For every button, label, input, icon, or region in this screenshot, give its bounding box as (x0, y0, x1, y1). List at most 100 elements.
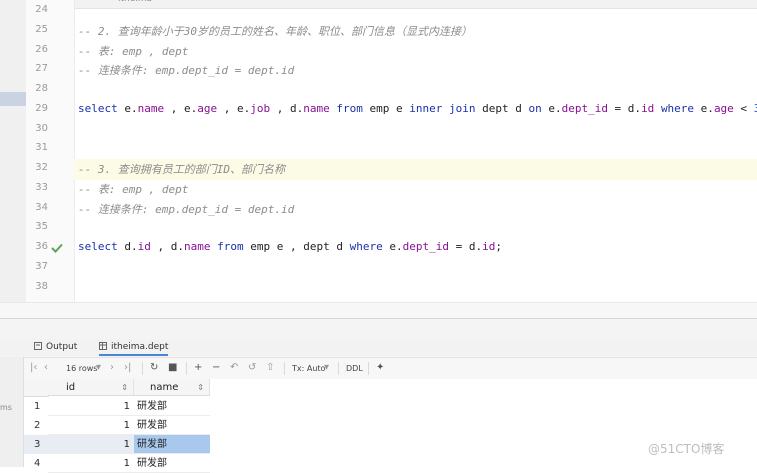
rows-dropdown-icon[interactable]: ▾ (96, 362, 101, 373)
code-token: id (137, 240, 151, 253)
rows-count[interactable]: 16 rows (66, 364, 97, 373)
cell-name[interactable]: 研发部 (134, 454, 210, 473)
code-line[interactable]: -- 连接条件: emp.dept_id = dept.id (78, 62, 294, 78)
code-token: on (528, 101, 542, 115)
ddl-button[interactable]: DDL (346, 364, 363, 373)
code-token: e. (541, 101, 562, 115)
results-toolbar: |‹ ‹ 16 rows ▾ › ›| ↻ ■ + − ↶ ↺ ⇧ Tx: Au… (24, 357, 757, 380)
code-line[interactable]: -- 3. 查询拥有员工的部门ID、部门名称 (78, 161, 285, 177)
code-line[interactable]: -- 表: emp , dept (78, 43, 188, 59)
cell-id[interactable]: 1 (48, 454, 134, 473)
column-name-label: name (150, 382, 179, 393)
code-line[interactable]: -- 2. 查询年龄小于30岁的员工的姓名、年龄、职位、部门信息（显式内连接） (78, 23, 472, 39)
revert-icon[interactable]: ↶ (230, 362, 238, 373)
line-number: 32 (35, 162, 48, 173)
cell-name[interactable]: 研发部 (134, 397, 210, 416)
cell-name[interactable]: 研发部 (134, 416, 210, 435)
code-line[interactable]: -- 表: emp , dept (78, 181, 188, 197)
code-token: , e. (217, 101, 251, 115)
cell-id[interactable]: 1 (48, 435, 134, 454)
output-icon (34, 342, 42, 350)
row-number-header (24, 379, 49, 397)
toolbar-separator (368, 362, 369, 375)
line-number: 25 (35, 23, 48, 35)
row-number: 1 (34, 401, 41, 412)
code-line[interactable]: select d.id , d.name from emp e , dept d… (78, 240, 502, 253)
code-token: dept_id (402, 240, 449, 253)
code-token: , d. (270, 101, 304, 115)
table-row[interactable]: 4 1 研发部 (24, 454, 210, 473)
table-icon (99, 342, 107, 350)
pin-icon[interactable]: ✦ (376, 362, 384, 373)
row-number: 2 (34, 420, 41, 431)
cell-id[interactable]: 1 (48, 397, 134, 416)
line-number: 38 (35, 280, 48, 292)
line-number: 33 (35, 181, 48, 193)
line-number: 36 (35, 241, 48, 252)
code-token: where (349, 240, 383, 253)
tab-dept-label: itheima.dept (111, 342, 169, 352)
cell-id[interactable]: 1 (48, 416, 134, 435)
code-token: -- 表: emp , dept (78, 44, 189, 58)
table-row[interactable]: 2 1 研发部 (24, 416, 210, 435)
code-token: where (660, 101, 695, 115)
code-line[interactable]: select e.name , e.age , e.job , d.name f… (78, 102, 757, 115)
code-token: emp e (362, 101, 410, 115)
tab-itheima-dept[interactable]: itheima.dept (99, 339, 169, 356)
preview-icon[interactable]: ↺ (248, 362, 256, 373)
results-tabs: Output itheima.dept (0, 339, 757, 356)
row-number: 3 (34, 439, 41, 450)
row-number: 4 (34, 458, 41, 469)
code-token: -- 连接条件: emp.dept_id = dept.id (78, 64, 295, 78)
toolbar-separator (142, 362, 143, 375)
tab-output-label: Output (46, 342, 78, 352)
code-token: , d. (150, 240, 184, 253)
code-token: inner join (409, 101, 476, 115)
add-row-icon[interactable]: + (194, 362, 202, 373)
line-number: 34 (35, 201, 48, 213)
stop-icon[interactable]: ■ (168, 362, 177, 373)
line-number: 30 (35, 122, 48, 134)
tab-output[interactable]: Output (34, 339, 77, 356)
code-token: job (250, 101, 271, 115)
services-panel-edge: ms (0, 357, 24, 467)
code-token: name (184, 240, 211, 253)
column-header-name[interactable]: name ⇕ (134, 379, 210, 396)
top-tab-fragment: itheima (118, 0, 152, 4)
code-token: id (641, 101, 655, 115)
line-number: 29 (35, 102, 48, 114)
next-page-icon[interactable]: › (110, 362, 114, 373)
line-number: 24 (35, 4, 48, 15)
code-token: select (78, 240, 118, 253)
code-token: = d. (607, 101, 642, 115)
table-row[interactable]: 1 1 研发部 (24, 397, 210, 416)
cell-name[interactable]: 研发部 (134, 435, 210, 454)
code-line[interactable]: -- 连接条件: emp.dept_id = dept.id (78, 201, 294, 217)
code-token: from (336, 101, 363, 115)
last-page-icon[interactable]: ›| (124, 362, 131, 373)
code-token: -- 连接条件: emp.dept_id = dept.id (78, 202, 295, 216)
line-number: 31 (35, 142, 48, 154)
delete-row-icon[interactable]: − (212, 362, 220, 373)
code-editor[interactable]: itheima -- 2. 查询年龄小于30岁的员工的姓名、年龄、职位、部门信息… (0, 0, 757, 319)
code-token: -- 表: emp , dept (78, 182, 189, 196)
code-token: from (217, 240, 244, 253)
watermark: @51CTO博客 (648, 442, 725, 456)
refresh-icon[interactable]: ↻ (150, 362, 158, 373)
prev-page-icon[interactable]: ‹ (44, 362, 48, 373)
column-header-id[interactable]: id ⇕ (48, 379, 134, 396)
table-row[interactable]: 3 1 研发部 (24, 435, 210, 454)
code-token: , e. (164, 101, 198, 115)
tx-dropdown-icon[interactable]: ▾ (324, 362, 329, 373)
code-token: dept d (475, 101, 529, 115)
sort-icon[interactable]: ⇕ (121, 379, 128, 396)
tx-mode[interactable]: Tx: Auto (292, 364, 325, 373)
editor-bottom-bar (0, 302, 757, 319)
code-token: id (482, 240, 496, 253)
sort-icon[interactable]: ⇕ (197, 379, 204, 396)
left-panel-label: ms (0, 403, 12, 412)
line-number: 27 (35, 63, 48, 75)
toolbar-separator (284, 362, 285, 375)
first-page-icon[interactable]: |‹ (30, 362, 37, 373)
submit-icon[interactable]: ⇧ (266, 362, 274, 373)
